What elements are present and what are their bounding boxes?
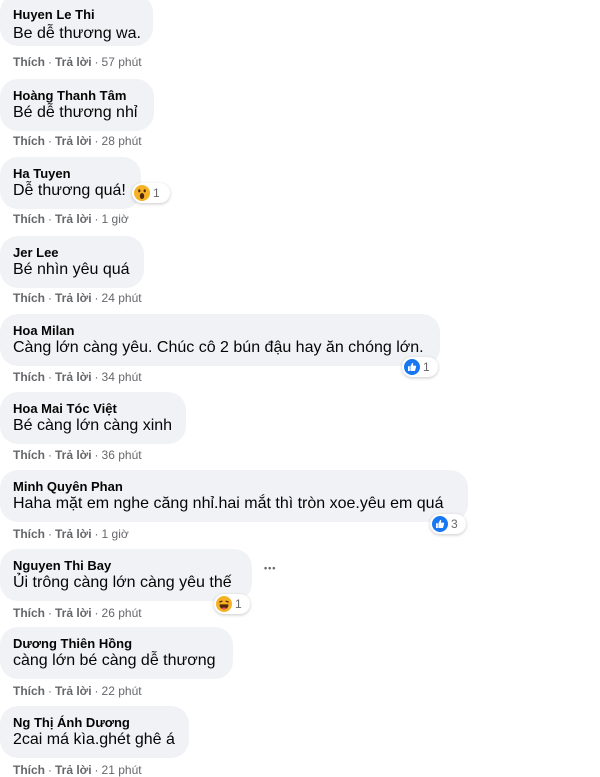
- like-button[interactable]: Thích: [13, 291, 45, 305]
- reply-button[interactable]: Trả lời: [55, 370, 92, 384]
- comment-actions: Thích · Trả lời · 22 phút: [13, 684, 142, 698]
- reply-button[interactable]: Trả lời: [55, 527, 92, 541]
- like-reaction-icon: [432, 516, 448, 532]
- separator-dot: ·: [94, 291, 99, 305]
- like-button[interactable]: Thích: [13, 134, 45, 148]
- separator-dot: ·: [94, 606, 99, 620]
- separator-dot: ·: [94, 763, 99, 777]
- reply-button[interactable]: Trả lời: [55, 134, 92, 148]
- separator-dot: ·: [48, 606, 52, 620]
- separator-dot: ·: [48, 291, 52, 305]
- comment-author[interactable]: Ng Thị Ánh Dương: [13, 715, 130, 730]
- reaction-count: 3: [451, 517, 458, 531]
- comment-actions: Thích · Trả lời · 28 phút: [13, 134, 142, 148]
- comment-author[interactable]: Nguyen Thi Bay: [13, 558, 111, 573]
- haha-reaction-icon: [216, 596, 232, 612]
- like-reaction-icon: [404, 359, 420, 375]
- comment-actions: Thích · Trả lời · 1 giờ: [13, 527, 129, 541]
- comment-text: Haha mặt em nghe căng nhỉ.hai mắt thì tr…: [13, 495, 444, 512]
- like-button[interactable]: Thích: [13, 370, 45, 384]
- like-button[interactable]: Thích: [13, 684, 45, 698]
- like-button[interactable]: Thích: [13, 448, 45, 462]
- comment-actions: Thích · Trả lời · 21 phút: [13, 763, 142, 777]
- comment-author[interactable]: Ha Tuyen: [13, 166, 71, 181]
- comment-actions: Thích · Trả lời · 57 phút: [13, 55, 142, 69]
- comment-timestamp[interactable]: 1 giờ: [102, 212, 129, 226]
- more-options-icon[interactable]: •••: [264, 563, 276, 573]
- reply-button[interactable]: Trả lời: [55, 606, 92, 620]
- reaction-summary[interactable]: 1: [132, 183, 170, 203]
- separator-dot: ·: [94, 527, 99, 541]
- separator-dot: ·: [94, 448, 99, 462]
- reaction-summary[interactable]: 1: [214, 594, 250, 614]
- separator-dot: ·: [48, 763, 52, 777]
- reply-button[interactable]: Trả lời: [55, 763, 92, 777]
- separator-dot: ·: [94, 684, 99, 698]
- reply-button[interactable]: Trả lời: [55, 448, 92, 462]
- separator-dot: ·: [48, 55, 52, 69]
- like-button[interactable]: Thích: [13, 606, 45, 620]
- reaction-summary[interactable]: 1: [402, 357, 438, 377]
- comment-actions: Thích · Trả lời · 34 phút: [13, 370, 142, 384]
- separator-dot: ·: [48, 527, 52, 541]
- comment-author[interactable]: Hoa Mai Tóc Việt: [13, 401, 117, 416]
- reaction-count: 1: [423, 360, 430, 374]
- comment-text: Bé càng lớn càng xinh: [13, 417, 173, 434]
- comment-timestamp[interactable]: 24 phút: [102, 291, 142, 305]
- comment-text: Ủi trông càng lớn càng yêu thế: [13, 574, 232, 591]
- reply-button[interactable]: Trả lời: [55, 291, 92, 305]
- comment-actions: Thích · Trả lời · 1 giờ: [13, 212, 129, 226]
- comment-author[interactable]: Hoa Milan: [13, 323, 74, 338]
- reaction-count: 1: [235, 597, 242, 611]
- comment-timestamp[interactable]: 34 phút: [102, 370, 142, 384]
- separator-dot: ·: [94, 134, 99, 148]
- comment-text: Bé nhìn yêu quá: [13, 261, 130, 278]
- comment-author[interactable]: Dương Thiên Hồng: [13, 636, 132, 651]
- comment-timestamp[interactable]: 28 phút: [102, 134, 142, 148]
- comment-author[interactable]: Hoàng Thanh Tâm: [13, 88, 126, 103]
- comment-author[interactable]: Huyen Le Thi: [13, 7, 95, 22]
- like-button[interactable]: Thích: [13, 527, 45, 541]
- reply-button[interactable]: Trả lời: [55, 212, 92, 226]
- comment-actions: Thích · Trả lời · 24 phút: [13, 291, 142, 305]
- like-button[interactable]: Thích: [13, 763, 45, 777]
- like-button[interactable]: Thích: [13, 212, 45, 226]
- separator-dot: ·: [48, 684, 52, 698]
- separator-dot: ·: [48, 448, 52, 462]
- comment-text: 2cai má kìa.ghét ghê á: [13, 731, 175, 748]
- comment-timestamp[interactable]: 26 phút: [102, 606, 142, 620]
- comment-text: càng lớn bé càng dễ thương: [13, 652, 216, 669]
- reply-button[interactable]: Trả lời: [55, 55, 92, 69]
- reaction-count: 1: [153, 186, 160, 200]
- separator-dot: ·: [48, 212, 52, 226]
- separator-dot: ·: [94, 370, 99, 384]
- comment-timestamp[interactable]: 36 phút: [102, 448, 142, 462]
- reaction-summary[interactable]: 3: [430, 514, 466, 534]
- comment-author[interactable]: Jer Lee: [13, 245, 59, 260]
- separator-dot: ·: [48, 134, 52, 148]
- separator-dot: ·: [48, 370, 52, 384]
- comment-actions: Thích · Trả lời · 26 phút: [13, 606, 142, 620]
- reply-button[interactable]: Trả lời: [55, 684, 92, 698]
- comment-text: Dễ thương quá!: [13, 182, 126, 199]
- comment-text: Càng lớn càng yêu. Chúc cô 2 bún đậu hay…: [13, 339, 424, 356]
- comment-actions: Thích · Trả lời · 36 phút: [13, 448, 142, 462]
- separator-dot: ·: [94, 212, 99, 226]
- comment-timestamp[interactable]: 22 phút: [102, 684, 142, 698]
- wow-reaction-icon: [134, 185, 150, 201]
- like-button[interactable]: Thích: [13, 55, 45, 69]
- comment-text: Be dễ thương wa.: [13, 25, 141, 42]
- comment-author[interactable]: Minh Quyên Phan: [13, 479, 123, 494]
- comment-text: Bé dễ thương nhỉ: [13, 104, 138, 121]
- comment-timestamp[interactable]: 21 phút: [102, 763, 142, 777]
- comment-timestamp[interactable]: 1 giờ: [102, 527, 129, 541]
- comment-timestamp[interactable]: 57 phút: [102, 55, 142, 69]
- separator-dot: ·: [94, 55, 99, 69]
